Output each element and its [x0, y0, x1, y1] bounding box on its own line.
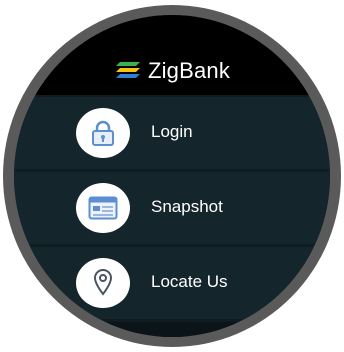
- watch-screen: ZigBank Login Snapshot Locate Us: [14, 15, 330, 337]
- menu-label-snapshot: Snapshot: [151, 197, 223, 216]
- screen-bottom-edge: [14, 322, 330, 337]
- location-pin-icon: [76, 258, 130, 308]
- menu-label-locate-us: Locate Us: [151, 272, 228, 291]
- app-name: ZigBank: [147, 58, 231, 83]
- browser-window-icon: [76, 183, 130, 233]
- menu-item-snapshot[interactable]: Snapshot: [14, 172, 330, 244]
- brand: ZigBank: [14, 58, 330, 84]
- menu-item-locate-us[interactable]: Locate Us: [14, 247, 330, 319]
- menu-label-login: Login: [151, 122, 193, 141]
- menu-item-login[interactable]: Login: [14, 97, 330, 169]
- app-header: ZigBank: [14, 15, 330, 95]
- zigbank-logo-icon: [115, 62, 140, 78]
- watch-face: ZigBank Login Snapshot Locate Us: [0, 0, 344, 352]
- lock-icon: [76, 108, 130, 158]
